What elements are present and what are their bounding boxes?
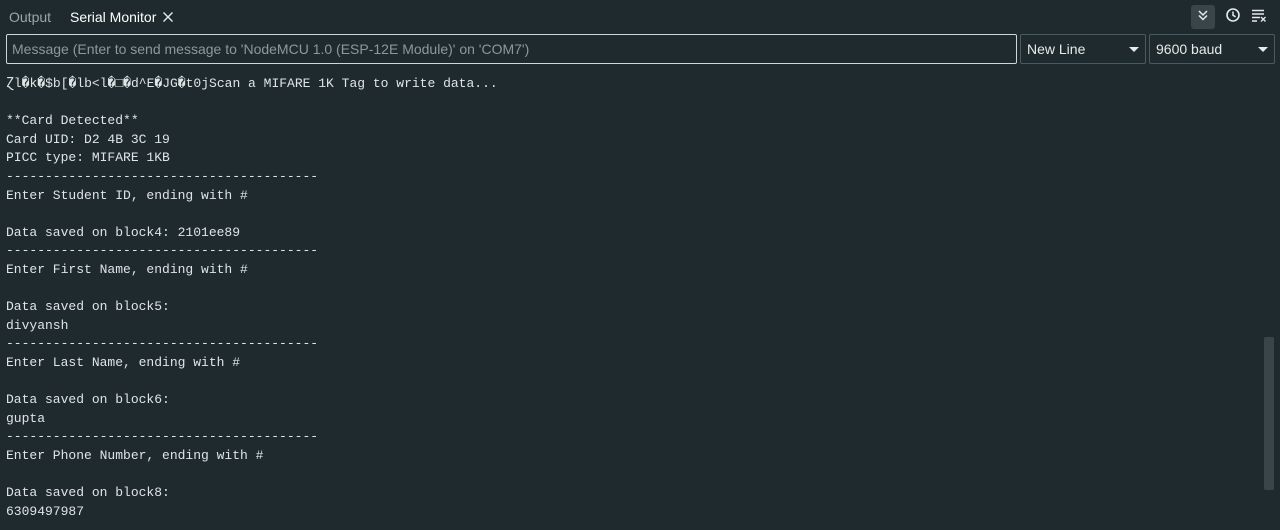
- output-line: divyansh: [6, 317, 69, 333]
- output-line: Data saved on block8:: [6, 485, 170, 501]
- output-line: Enter Student ID, ending with #: [6, 187, 248, 203]
- output-line: ----------------------------------------: [6, 336, 319, 352]
- output-line: Data saved on block4: 2101ee89: [6, 224, 241, 240]
- output-line: Enter First Name, ending with #: [6, 262, 248, 277]
- serial-input-row: New Line 9600 baud: [0, 34, 1280, 64]
- chevron-down-icon: [1258, 47, 1268, 52]
- tab-output[interactable]: Output: [9, 0, 51, 34]
- clear-output-button[interactable]: [1247, 5, 1271, 29]
- output-line: Enter Phone Number, ending with #: [6, 448, 264, 463]
- output-line: ----------------------------------------: [6, 243, 319, 259]
- output-line: Data saved on block6:: [6, 392, 170, 408]
- output-line: 6309497987: [6, 503, 85, 519]
- output-line: ----------------------------------------: [6, 429, 319, 445]
- close-icon[interactable]: [162, 11, 174, 23]
- toggle-timestamp-icon: [1225, 7, 1241, 28]
- vertical-scrollbar[interactable]: [1264, 337, 1274, 490]
- output-line: PICC type: MIFARE 1KB: [6, 150, 170, 166]
- output-line: **Card Detected**: [6, 113, 139, 129]
- output-line: Data saved on block5:: [6, 299, 170, 315]
- output-line: Card UID: D2 4B 3C 19: [6, 131, 170, 147]
- output-line: Ɀl�k�$b[�lb<l�□�d^E�JG�t0jScan a MIFARE …: [6, 76, 498, 91]
- output-line: ----------------------------------------: [6, 169, 319, 184]
- tab-serial-monitor[interactable]: Serial Monitor: [70, 0, 156, 34]
- panel-tab-bar: Output Serial Monitor: [0, 0, 1280, 34]
- chevron-down-icon: [1129, 47, 1139, 52]
- autoscroll-button[interactable]: [1191, 5, 1215, 29]
- line-ending-value: New Line: [1027, 41, 1086, 57]
- baud-rate-value: 9600 baud: [1156, 41, 1223, 57]
- toggle-autoscroll-icon: [1196, 8, 1210, 27]
- clear-output-icon: [1251, 8, 1267, 27]
- serial-output: Ɀl�k�$b[�lb<l�□�d^E�JG�t0jScan a MIFARE …: [0, 64, 1280, 530]
- timestamp-button[interactable]: [1221, 5, 1245, 29]
- message-input[interactable]: [6, 34, 1017, 64]
- output-line: Enter Last Name, ending with #: [6, 355, 241, 370]
- line-ending-select[interactable]: New Line: [1020, 34, 1146, 64]
- baud-rate-select[interactable]: 9600 baud: [1149, 34, 1275, 64]
- output-line: gupta: [6, 410, 46, 426]
